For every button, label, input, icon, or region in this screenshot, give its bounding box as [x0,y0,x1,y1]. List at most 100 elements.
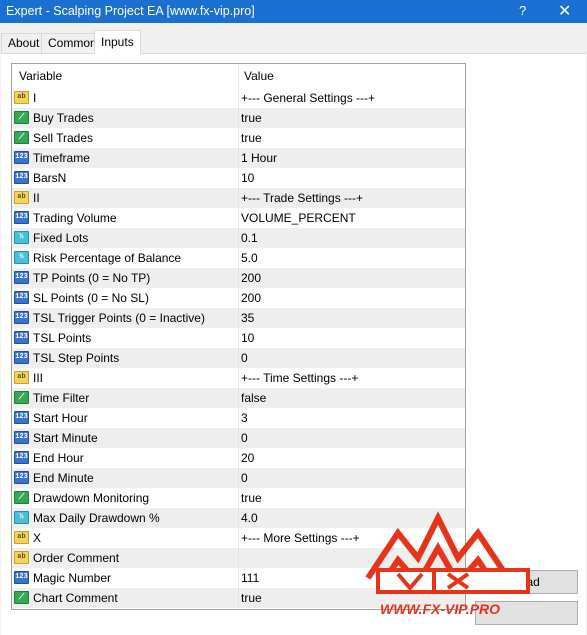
table-row[interactable]: ab II +--- Trade Settings ---+ [12,188,465,208]
table-row[interactable]: ab X +--- More Settings ---+ [12,528,465,548]
table-row[interactable]: 123 TSL Trigger Points (0 = Inactive) 35 [12,308,465,328]
bool-icon: ⟋ [14,131,29,144]
variable-value[interactable]: true [241,491,262,505]
variable-name: TSL Step Points [33,351,120,365]
variable-name: Time Filter [33,391,90,405]
variable-name: TSL Trigger Points (0 = Inactive) [33,311,205,325]
table-row[interactable]: 123 End Hour 20 [12,448,465,468]
variable-value[interactable]: 5.0 [241,251,258,265]
bool-icon: ⟋ [14,111,29,124]
cell-separator [238,448,239,468]
table-row[interactable]: 123 Trading Volume VOLUME_PERCENT [12,208,465,228]
variable-value[interactable]: 10 [241,171,254,185]
variable-value[interactable]: false [241,391,266,405]
tab-bar: About Common Inputs [0,30,587,54]
variable-value[interactable]: 0 [241,431,248,445]
variable-value[interactable]: 200 [241,271,261,285]
variable-name: SL Points (0 = No SL) [33,291,149,305]
table-row[interactable]: 123 TP Points (0 = No TP) 200 [12,268,465,288]
column-header-value[interactable]: Value [244,69,274,83]
variable-value[interactable]: 111 [241,571,259,585]
table-row[interactable]: ⟋ Sell Trades true [12,128,465,148]
table-row[interactable]: 123 Start Minute 0 [12,428,465,448]
variable-value[interactable]: 35 [241,311,254,325]
help-icon[interactable]: ? [519,3,526,18]
tab-inputs[interactable]: Inputs [94,30,141,54]
variable-name: III [33,371,44,385]
tab-about[interactable]: About [1,33,47,53]
table-row[interactable]: ½ Fixed Lots 0.1 [12,228,465,248]
variable-value[interactable]: 20 [241,451,254,465]
variable-name: Order Comment [33,551,120,565]
cell-separator [238,568,239,588]
table-row[interactable]: 123 TSL Points 10 [12,328,465,348]
variable-name: Fixed Lots [33,231,89,245]
variable-value[interactable]: 0.1 [241,231,258,245]
variable-name: II [33,191,40,205]
table-row[interactable]: ab I +--- General Settings ---+ [12,88,465,108]
cell-separator [238,408,239,428]
cell-separator [238,528,239,548]
variable-value[interactable]: 1 Hour [241,151,277,165]
integer-icon: 123 [14,211,29,224]
table-row[interactable]: ⟋ Buy Trades true [12,108,465,128]
bool-icon: ⟋ [14,391,29,404]
cell-separator [238,268,239,288]
table-row[interactable]: ½ Max Daily Drawdown % 4.0 [12,508,465,528]
variable-value[interactable]: 200 [241,291,261,305]
variable-value[interactable]: +--- Time Settings ---+ [241,371,358,385]
integer-icon: 123 [14,291,29,304]
variable-value[interactable]: true [241,131,262,145]
close-icon[interactable]: ✕ [558,1,571,21]
variable-name: End Hour [33,451,84,465]
cell-separator [238,88,239,108]
table-row[interactable]: ab Order Comment [12,548,465,568]
window-title: Expert - Scalping Project EA [www.fx-vip… [6,4,255,18]
variable-name: I [33,91,37,105]
double-icon: ½ [14,231,29,244]
load-button[interactable]: Load [475,570,578,594]
cell-separator [238,228,239,248]
variable-value[interactable]: +--- Trade Settings ---+ [241,191,363,205]
cell-separator [238,108,239,128]
variable-value[interactable]: +--- General Settings ---+ [241,91,375,105]
integer-icon: 123 [14,411,29,424]
table-row[interactable]: ⟋ Drawdown Monitoring true [12,488,465,508]
variable-name: Sell Trades [33,131,94,145]
table-row[interactable]: ab III +--- Time Settings ---+ [12,368,465,388]
table-row[interactable]: 123 SL Points (0 = No SL) 200 [12,288,465,308]
variable-value[interactable]: true [241,591,262,605]
table-row[interactable]: ⟋ Time Filter false [12,388,465,408]
variable-value[interactable]: 4.0 [241,511,258,525]
variable-name: TP Points (0 = No TP) [33,271,151,285]
save-button[interactable] [475,601,578,625]
cell-separator [238,348,239,368]
table-row[interactable]: 123 TSL Step Points 0 [12,348,465,368]
variable-name: Drawdown Monitoring [33,491,150,505]
variable-name: BarsN [33,171,67,185]
table-row[interactable]: 123 End Minute 0 [12,468,465,488]
variable-name: Chart Comment [33,591,118,605]
column-header-variable[interactable]: Variable [19,69,62,83]
table-row[interactable]: 123 Start Hour 3 [12,408,465,428]
column-separator[interactable] [238,64,239,88]
variable-name: Max Daily Drawdown % [33,511,160,525]
variable-name: TSL Points [33,331,92,345]
variable-value[interactable]: 3 [241,411,248,425]
variable-value[interactable]: 0 [241,351,248,365]
variable-value[interactable]: 10 [241,331,254,345]
table-row[interactable]: 123 BarsN 10 [12,168,465,188]
table-row[interactable]: ½ Risk Percentage of Balance 5.0 [12,248,465,268]
integer-icon: 123 [14,171,29,184]
variable-value[interactable]: +--- More Settings ---+ [241,531,360,545]
table-row[interactable]: ⟋ Chart Comment true [12,588,465,608]
table-row[interactable]: 123 Timeframe 1 Hour [12,148,465,168]
table-row[interactable]: 123 Magic Number 111 [12,568,465,588]
integer-icon: 123 [14,431,29,444]
cell-separator [238,248,239,268]
variable-value[interactable]: true [241,111,262,125]
cell-separator [238,368,239,388]
variable-name: Start Hour [33,411,88,425]
variable-value[interactable]: VOLUME_PERCENT [241,211,356,225]
variable-value[interactable]: 0 [241,471,248,485]
